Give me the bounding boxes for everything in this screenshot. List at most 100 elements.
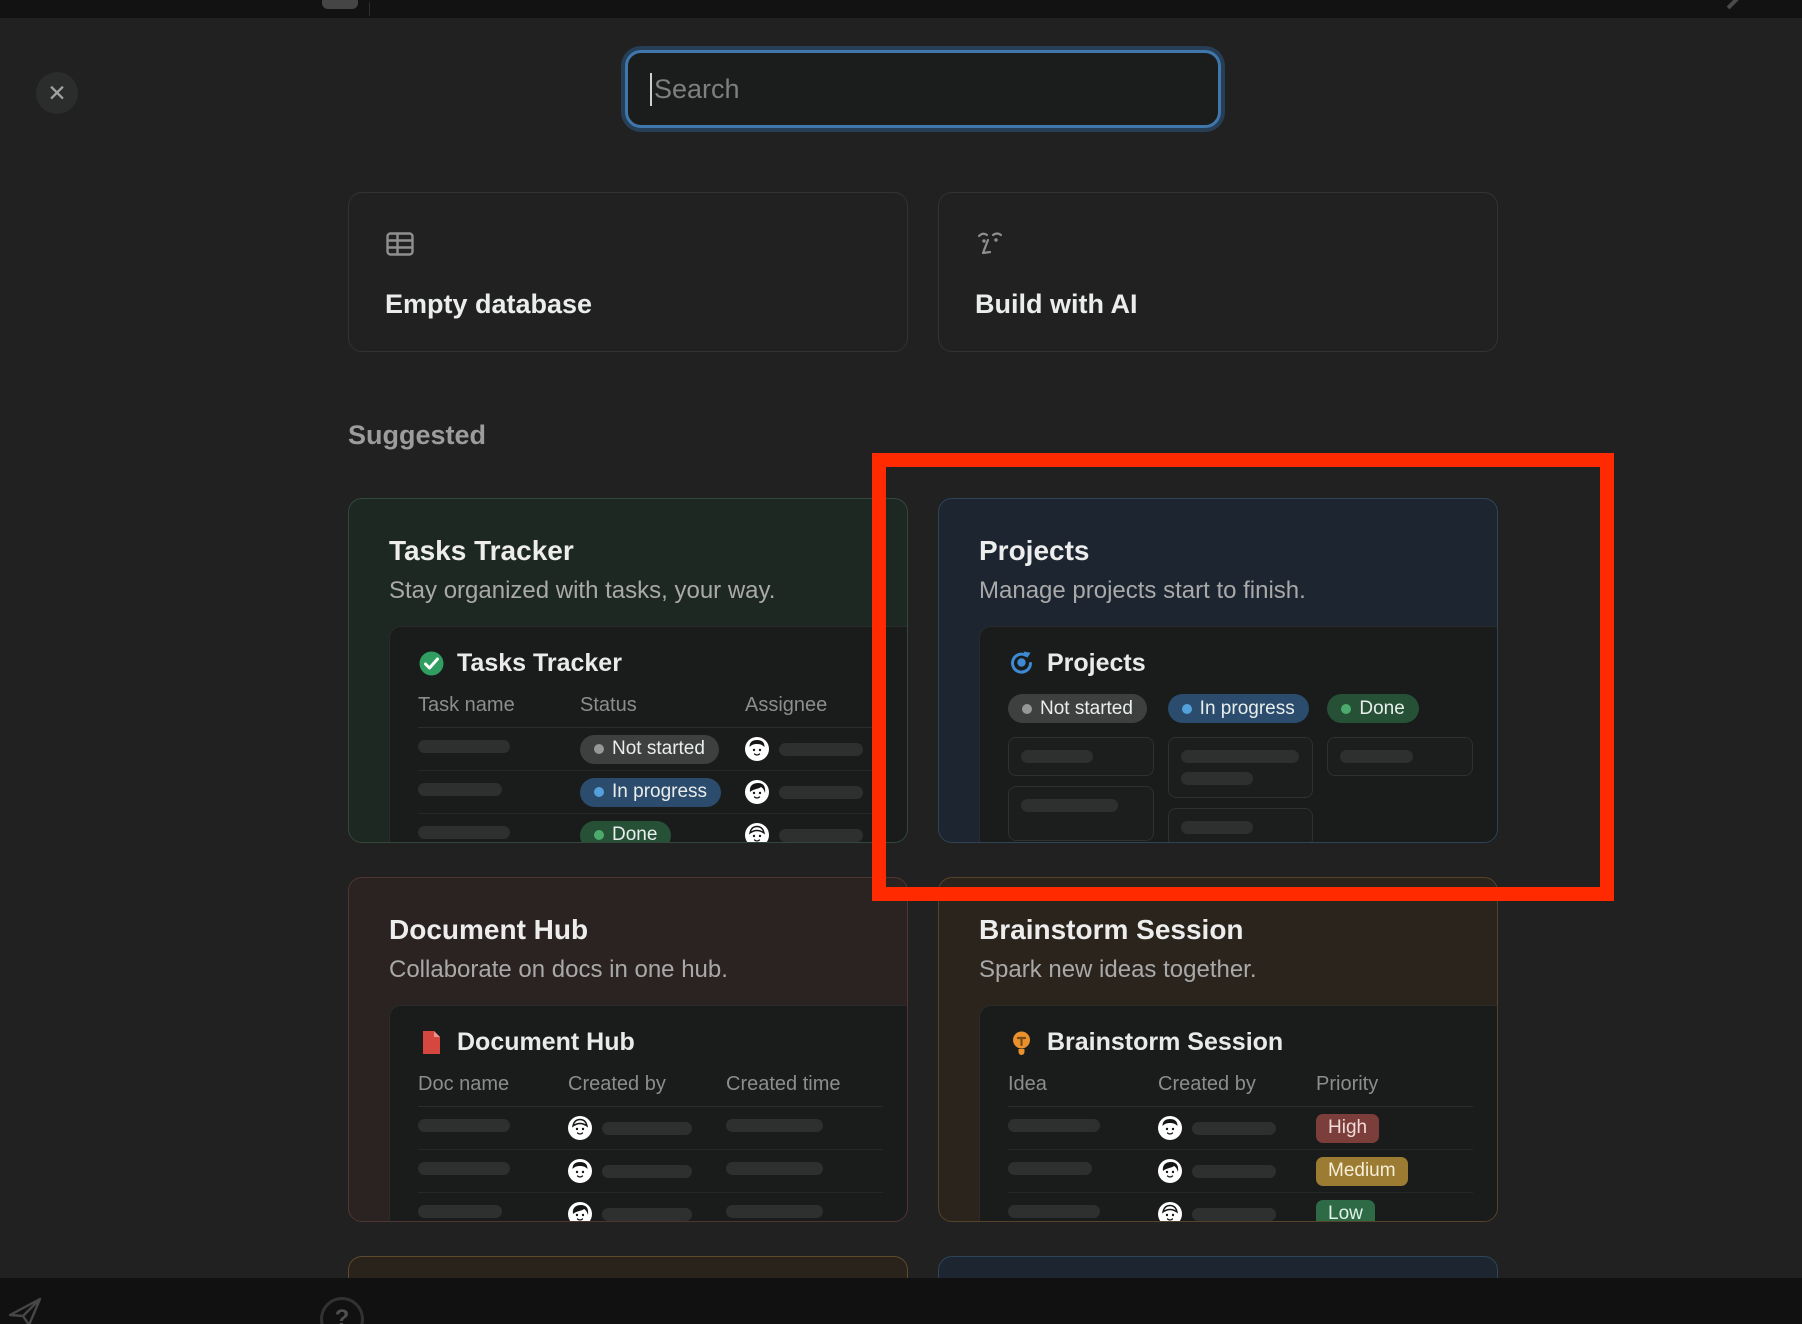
preview-title: Document Hub — [457, 1028, 635, 1057]
board-column-badge: Not started — [1008, 694, 1147, 723]
empty-database-card[interactable]: Empty database — [348, 192, 908, 352]
check-circle-icon — [418, 650, 445, 677]
template-card-projects[interactable]: Projects Manage projects start to finish… — [938, 498, 1498, 843]
search-box — [625, 50, 1221, 128]
skeleton-bar — [1021, 750, 1093, 763]
template-card-brainstorm-session[interactable]: Brainstorm Session Spark new ideas toget… — [938, 877, 1498, 1222]
status-dot — [1182, 704, 1192, 714]
skeleton-bar — [418, 826, 510, 839]
board-preview: Not started In progress Done — [1008, 694, 1473, 842]
column-header: Created time — [726, 1073, 883, 1096]
skeleton-bar — [1181, 750, 1299, 763]
status-label: Done — [612, 824, 657, 842]
preview-title: Tasks Tracker — [457, 649, 622, 678]
skeleton-bar — [1181, 772, 1253, 785]
tab-stub — [322, 0, 358, 9]
skeleton-bar — [726, 1205, 823, 1218]
paper-plane-icon[interactable] — [7, 1295, 43, 1324]
close-button[interactable]: ✕ — [36, 72, 78, 114]
close-icon: ✕ — [47, 80, 66, 107]
table-header: Idea Created by Priority — [1008, 1073, 1473, 1107]
table-icon — [385, 229, 415, 259]
skeleton-bar — [1008, 1119, 1100, 1132]
template-preview: Document Hub Doc name Created by Created… — [389, 1005, 907, 1221]
text-caret — [650, 73, 652, 106]
priority-badge: High — [1316, 1114, 1379, 1143]
template-description: Spark new ideas together. — [979, 956, 1497, 984]
ai-face-icon — [975, 229, 1005, 259]
table-row: High — [1008, 1107, 1473, 1150]
table-row — [418, 1150, 883, 1193]
priority-badge: Low — [1316, 1200, 1375, 1222]
skeleton-bar — [1192, 1165, 1276, 1178]
template-preview: Brainstorm Session Idea Created by Prior… — [979, 1005, 1497, 1221]
skeleton-bar — [1021, 799, 1118, 812]
skeleton-bar — [1340, 750, 1413, 763]
table-row: Medium — [1008, 1150, 1473, 1193]
table-row: Done — [418, 814, 883, 842]
skeleton-bar — [602, 1208, 692, 1221]
template-title: Tasks Tracker — [389, 535, 907, 567]
column-header: Priority — [1316, 1073, 1473, 1096]
avatar — [745, 780, 769, 804]
status-badge: Not started — [580, 735, 719, 764]
status-badge: In progress — [580, 778, 721, 807]
new-database-modal: ✕ Empty database — [0, 18, 1802, 1278]
table-row: Low — [1008, 1193, 1473, 1221]
skeleton-bar — [1192, 1208, 1276, 1221]
template-title: Document Hub — [389, 914, 907, 946]
column-header: Created by — [1158, 1073, 1316, 1096]
search-input[interactable] — [628, 53, 1218, 125]
column-header: Doc name — [418, 1073, 568, 1096]
avatar — [1158, 1116, 1182, 1140]
template-description: Stay organized with tasks, your way. — [389, 577, 907, 605]
board-column: In progress — [1168, 694, 1314, 842]
preview-header: Tasks Tracker — [418, 649, 883, 678]
status-label: Not started — [612, 738, 705, 760]
avatar — [568, 1116, 592, 1140]
suggested-heading: Suggested — [348, 420, 486, 451]
skeleton-bar — [779, 743, 863, 756]
column-header: Task name — [418, 694, 580, 717]
board-card — [1008, 786, 1154, 841]
template-preview: Projects Not started In progress — [979, 626, 1497, 842]
table-row: Not started — [418, 728, 883, 771]
skeleton-bar — [726, 1119, 823, 1132]
table-header: Task name Status Assignee — [418, 694, 883, 728]
board-column-badge: In progress — [1168, 694, 1309, 723]
skeleton-bar — [418, 783, 502, 796]
status-label: Done — [1359, 698, 1404, 720]
preview-title: Brainstorm Session — [1047, 1028, 1283, 1057]
skeleton-bar — [418, 1119, 510, 1132]
skeleton-bar — [602, 1165, 692, 1178]
skeleton-bar — [1008, 1205, 1100, 1218]
table-row — [418, 1107, 883, 1150]
skeleton-bar — [779, 786, 863, 799]
column-header: Assignee — [745, 694, 883, 717]
skeleton-bar — [418, 1205, 502, 1218]
topbar-divider — [369, 2, 370, 16]
option-label: Build with AI — [975, 289, 1137, 320]
lightbulb-icon — [1008, 1029, 1035, 1056]
option-label: Empty database — [385, 289, 592, 320]
skeleton-bar — [1008, 1162, 1092, 1175]
build-with-ai-card[interactable]: Build with AI — [938, 192, 1498, 352]
template-card-tasks-tracker[interactable]: Tasks Tracker Stay organized with tasks,… — [348, 498, 908, 843]
preview-title: Projects — [1047, 649, 1146, 678]
column-header: Created by — [568, 1073, 726, 1096]
status-dot — [594, 744, 604, 754]
cycle-icon — [1008, 650, 1035, 677]
column-header: Idea — [1008, 1073, 1158, 1096]
template-card-partial-right[interactable] — [938, 1256, 1498, 1278]
template-card-partial-left[interactable] — [348, 1256, 908, 1278]
table-header: Doc name Created by Created time — [418, 1073, 883, 1107]
template-description: Manage projects start to finish. — [979, 577, 1497, 605]
board-column-badge: Done — [1327, 694, 1418, 723]
skeleton-bar — [1192, 1122, 1276, 1135]
status-label: In progress — [1200, 698, 1295, 720]
preview-header: Projects — [1008, 649, 1473, 678]
table-row — [418, 1193, 883, 1221]
template-card-document-hub[interactable]: Document Hub Collaborate on docs in one … — [348, 877, 908, 1222]
preview-header: Document Hub — [418, 1028, 883, 1057]
avatar — [745, 737, 769, 761]
